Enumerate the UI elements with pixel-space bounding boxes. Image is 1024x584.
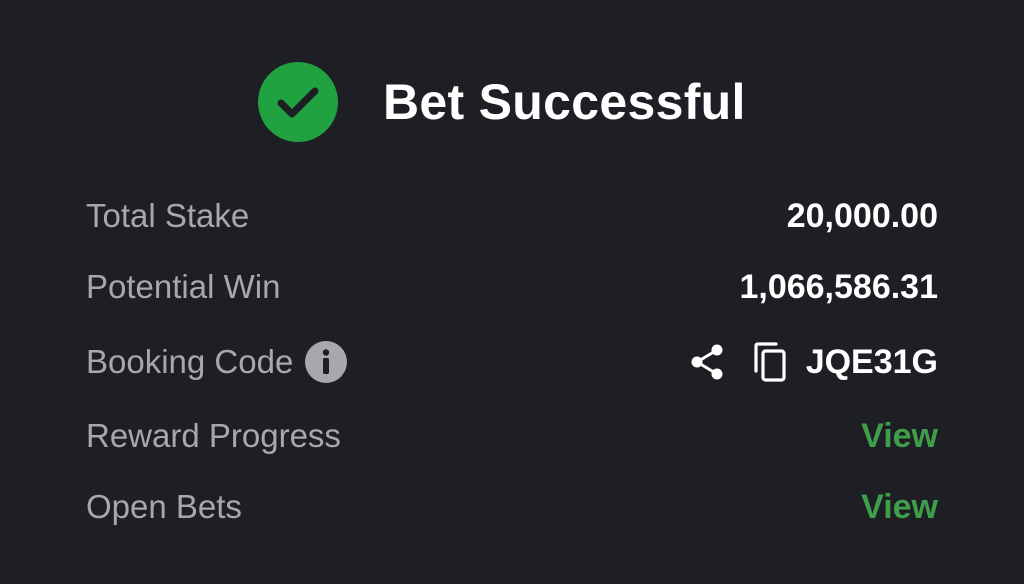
total-stake-row: Total Stake 20,000.00 — [86, 191, 938, 241]
check-circle-icon — [258, 62, 338, 142]
potential-win-label: Potential Win — [86, 268, 281, 305]
potential-win-row: Potential Win 1,066,586.31 — [86, 262, 938, 312]
reward-progress-view-link[interactable]: View — [861, 417, 938, 456]
booking-code-label-group: Booking Code — [86, 341, 348, 383]
open-bets-label: Open Bets — [86, 488, 242, 525]
total-stake-label: Total Stake — [86, 197, 250, 234]
booking-code-label: Booking Code — [86, 343, 294, 380]
reward-progress-label: Reward Progress — [86, 417, 341, 454]
share-icon[interactable] — [688, 342, 726, 382]
total-stake-value: 20,000.00 — [786, 196, 938, 235]
booking-code-row: Booking Code JQE31G — [86, 337, 938, 387]
bet-success-header: Bet Successful — [258, 62, 746, 142]
open-bets-row: Open Bets View — [86, 482, 938, 532]
page-title: Bet Successful — [383, 74, 746, 130]
info-icon[interactable] — [305, 341, 348, 383]
booking-code-value[interactable]: JQE31G — [806, 343, 938, 382]
potential-win-value: 1,066,586.31 — [739, 267, 938, 306]
open-bets-view-link[interactable]: View — [861, 488, 938, 527]
booking-code-value-group: JQE31G — [688, 341, 938, 383]
bet-success-panel: Bet Successful Total Stake 20,000.00 Pot… — [0, 0, 1024, 584]
copy-icon[interactable] — [752, 341, 788, 383]
reward-progress-row: Reward Progress View — [86, 411, 938, 461]
